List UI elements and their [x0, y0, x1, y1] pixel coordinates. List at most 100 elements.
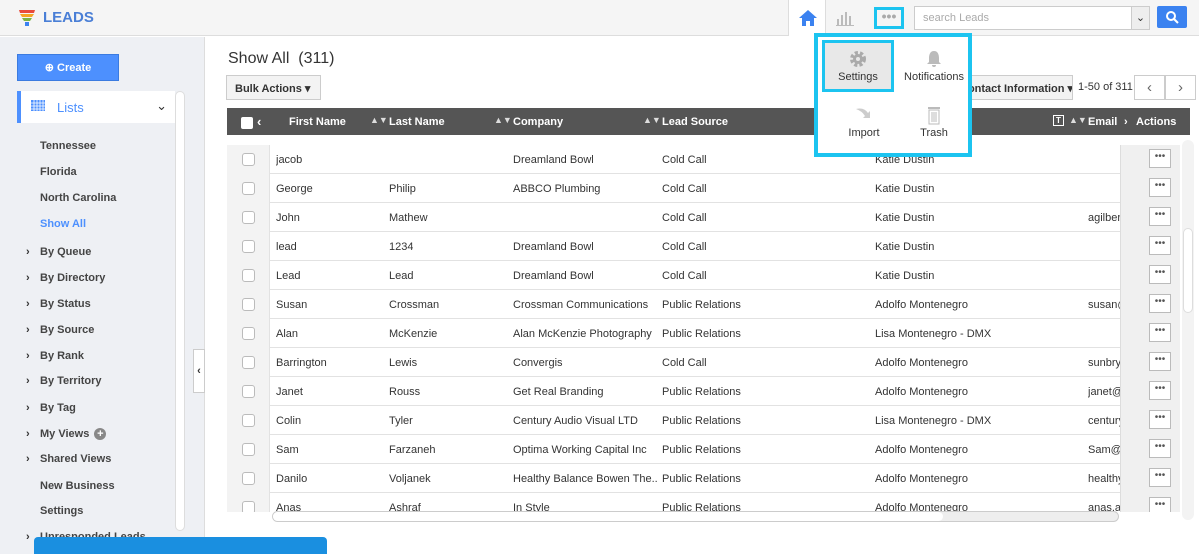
row-actions-button[interactable]: •••: [1149, 178, 1171, 197]
row-checkbox[interactable]: [242, 327, 255, 340]
row-actions-button[interactable]: •••: [1149, 207, 1171, 226]
add-view-icon[interactable]: +: [94, 428, 107, 440]
horizontal-scroll-thumb[interactable]: [273, 512, 943, 521]
row-checkbox[interactable]: [242, 182, 255, 195]
table-row[interactable]: John Mathew Cold Call Katie Dustin agilber ••…: [227, 203, 1180, 232]
table-row[interactable]: Lead Lead Dreamland Bowl Cold Call Katie Dus…: [227, 261, 1180, 290]
bar-chart-icon[interactable]: [836, 9, 854, 26]
scroll-right-icon[interactable]: ›: [1124, 116, 1128, 128]
sidebar-item[interactable]: › My Views +: [26, 428, 107, 440]
row-checkbox[interactable]: [242, 269, 255, 282]
sidebar-scrollbar[interactable]: [175, 91, 185, 531]
menu-item-settings[interactable]: Settings: [822, 40, 894, 92]
table-cell: Healthy Balance Bowen The...: [513, 473, 658, 485]
row-checkbox[interactable]: [242, 385, 255, 398]
horizontal-scrollbar[interactable]: [272, 511, 1119, 522]
table-row[interactable]: Alan McKenzie Alan McKenzie Photography Pub…: [227, 319, 1180, 348]
sidebar-item[interactable]: Show All: [40, 218, 86, 230]
table-row[interactable]: jacob Dreamland Bowl Cold Call Katie Dustin…: [227, 145, 1180, 174]
header-first-name[interactable]: First Name: [289, 116, 346, 128]
search-button[interactable]: [1157, 6, 1187, 28]
row-actions-button[interactable]: •••: [1149, 381, 1171, 400]
row-actions-button[interactable]: •••: [1149, 497, 1171, 512]
menu-item-import[interactable]: Import: [828, 99, 900, 151]
sidebar-item[interactable]: New Business: [40, 480, 115, 492]
select-all-checkbox[interactable]: [241, 117, 253, 129]
row-checkbox[interactable]: [242, 501, 255, 512]
table-cell: Lead: [389, 270, 414, 282]
settings-label: Settings: [838, 71, 878, 83]
sidebar-item[interactable]: › By Territory: [26, 375, 102, 387]
row-checkbox[interactable]: [242, 414, 255, 427]
chevron-down-icon[interactable]: ⌄: [1131, 7, 1149, 29]
sidebar-item[interactable]: › Shared Views: [26, 453, 111, 465]
row-actions-button[interactable]: •••: [1149, 468, 1171, 487]
header-email[interactable]: Email: [1088, 116, 1117, 128]
bottom-notification-bar[interactable]: [34, 537, 327, 554]
row-actions-button[interactable]: •••: [1149, 294, 1171, 313]
sort-icon[interactable]: ▲▼: [494, 115, 512, 125]
menu-item-trash[interactable]: Trash: [898, 99, 970, 151]
sidebar-item[interactable]: › By Queue: [26, 246, 91, 258]
actions-cell: •••: [1120, 232, 1180, 261]
sort-icon[interactable]: ▲▼: [370, 115, 388, 125]
row-checkbox[interactable]: [242, 298, 255, 311]
sort-icon[interactable]: ▲▼: [1069, 115, 1087, 125]
home-button[interactable]: [788, 0, 826, 36]
row-actions-button[interactable]: •••: [1149, 439, 1171, 458]
scroll-left-icon[interactable]: ‹: [257, 114, 261, 129]
row-checkbox[interactable]: [242, 153, 255, 166]
next-page-button[interactable]: ›: [1165, 75, 1196, 100]
table-cell: Public Relations: [662, 328, 741, 340]
bulk-actions-dropdown[interactable]: Bulk Actions ▾: [226, 75, 321, 100]
row-checkbox[interactable]: [242, 356, 255, 369]
row-actions-button[interactable]: •••: [1149, 323, 1171, 342]
row-actions-button[interactable]: •••: [1149, 236, 1171, 255]
prev-page-button[interactable]: ‹: [1134, 75, 1165, 100]
table-row[interactable]: Barrington Lewis Convergis Cold Call Adolfo …: [227, 348, 1180, 377]
table-row[interactable]: Colin Tyler Century Audio Visual LTD Public…: [227, 406, 1180, 435]
sidebar-item[interactable]: › By Source: [26, 324, 94, 336]
row-actions-button[interactable]: •••: [1149, 352, 1171, 371]
view-select-dropdown[interactable]: Contact Information ▾: [955, 75, 1073, 100]
row-checkbox[interactable]: [242, 211, 255, 224]
header-lead-source[interactable]: Lead Source: [662, 116, 728, 128]
sidebar-item[interactable]: Tennessee: [40, 140, 96, 152]
sidebar-item[interactable]: › By Directory: [26, 272, 105, 284]
table-row[interactable]: Sam Farzaneh Optima Working Capital Inc Pub…: [227, 435, 1180, 464]
sidebar-item[interactable]: › By Status: [26, 298, 91, 310]
row-checkbox[interactable]: [242, 240, 255, 253]
table-row[interactable]: George Philip ABBCO Plumbing Cold Call Katie…: [227, 174, 1180, 203]
table-row[interactable]: Anas Ashraf In Style Public Relations Adolfo…: [227, 493, 1180, 512]
collapse-sidebar-button[interactable]: ‹: [193, 349, 205, 393]
table-row[interactable]: Danilo Voljanek Healthy Balance Bowen The.…: [227, 464, 1180, 493]
header-company[interactable]: Company: [513, 116, 563, 128]
more-menu-button[interactable]: •••: [874, 7, 904, 29]
sidebar-item[interactable]: North Carolina: [40, 192, 116, 204]
table-cell: 1234: [389, 241, 414, 253]
lists-header[interactable]: Lists ⌄: [17, 91, 175, 123]
sidebar-item[interactable]: › By Tag: [26, 402, 76, 414]
sidebar-item[interactable]: Florida: [40, 166, 77, 178]
create-button[interactable]: ⊕ Create: [17, 54, 119, 81]
table-row[interactable]: Susan Crossman Crossman Communications Publ…: [227, 290, 1180, 319]
header-last-name[interactable]: Last Name: [389, 116, 445, 128]
table-cell: Dreamland Bowl: [513, 241, 594, 253]
search-input[interactable]: search Leads ⌄: [914, 6, 1150, 30]
sidebar-item[interactable]: Settings: [40, 505, 83, 517]
row-checkbox[interactable]: [242, 472, 255, 485]
table-cell: Cold Call: [662, 212, 707, 224]
menu-item-notifications[interactable]: Notifications: [898, 43, 970, 95]
row-actions-button[interactable]: •••: [1149, 149, 1171, 168]
vertical-scroll-thumb[interactable]: [1183, 228, 1193, 313]
filter-icon[interactable]: T: [1053, 115, 1064, 126]
row-checkbox[interactable]: [242, 443, 255, 456]
table-cell: Katie Dustin: [875, 270, 935, 282]
vertical-scrollbar[interactable]: [1182, 140, 1194, 520]
row-actions-button[interactable]: •••: [1149, 410, 1171, 429]
table-row[interactable]: Janet Rouss Get Real Branding Public Relati…: [227, 377, 1180, 406]
table-row[interactable]: lead 1234 Dreamland Bowl Cold Call Katie Dus…: [227, 232, 1180, 261]
row-actions-button[interactable]: •••: [1149, 265, 1171, 284]
sort-icon[interactable]: ▲▼: [643, 115, 661, 125]
sidebar-item[interactable]: › By Rank: [26, 350, 84, 362]
